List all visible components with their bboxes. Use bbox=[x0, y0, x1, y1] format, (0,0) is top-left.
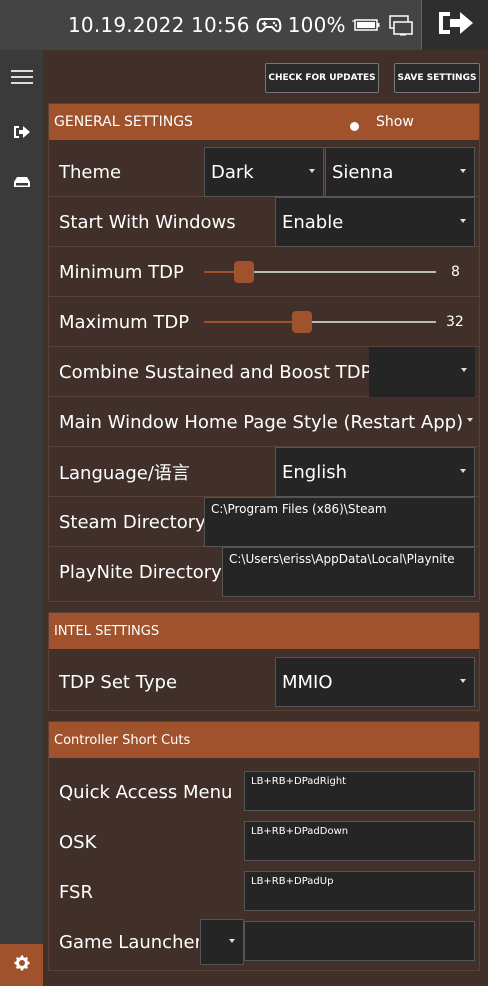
settings-nav-button[interactable] bbox=[0, 944, 43, 986]
sign-out-icon[interactable] bbox=[0, 122, 43, 142]
start-with-windows-dropdown[interactable]: Enable bbox=[275, 197, 475, 247]
osk-label: OSK bbox=[59, 831, 97, 853]
section-title: GENERAL SETTINGS bbox=[54, 114, 193, 130]
combine-tdp-row: Combine Sustained and Boost TDP bbox=[49, 347, 479, 397]
quick-access-menu-input[interactable]: LB+RB+DPadRight bbox=[244, 771, 475, 811]
monitor-icon bbox=[388, 14, 414, 36]
minimum-tdp-value: 8 bbox=[451, 264, 460, 280]
playnite-directory-row: PlayNite Directory C:\Users\eriss\AppDat… bbox=[49, 547, 479, 597]
controller-shortcuts-section: Controller Short Cuts Quick Access Menu … bbox=[48, 721, 480, 971]
theme-color-dropdown[interactable]: Sienna bbox=[325, 147, 475, 197]
theme-value: Dark bbox=[211, 161, 254, 183]
chevron-down-icon bbox=[460, 679, 466, 683]
slider-track-filled bbox=[204, 321, 292, 323]
steam-directory-input[interactable]: C:\Program Files (x86)\Steam bbox=[204, 497, 475, 547]
maximum-tdp-value: 32 bbox=[446, 314, 464, 330]
chevron-down-icon bbox=[460, 169, 466, 173]
chevron-down-icon bbox=[460, 469, 466, 473]
tdp-set-type-value: MMIO bbox=[282, 671, 333, 693]
status-area: 10.19.2022 10:56 100% bbox=[68, 0, 420, 50]
fsr-row: FSR LB+RB+DPadUp bbox=[49, 867, 479, 917]
playnite-directory-label: PlayNite Directory bbox=[59, 561, 222, 583]
section-header: GENERAL SETTINGS bbox=[49, 104, 479, 140]
theme-dropdown[interactable]: Dark bbox=[204, 147, 324, 197]
start-with-windows-row: Start With Windows Enable bbox=[49, 197, 479, 247]
language-dropdown[interactable]: English bbox=[275, 447, 475, 497]
tdp-set-type-row: TDP Set Type MMIO bbox=[49, 657, 479, 707]
osk-input[interactable]: LB+RB+DPadDown bbox=[244, 821, 475, 861]
steam-directory-label: Steam Directory bbox=[59, 511, 206, 533]
datetime-text: 10.19.2022 10:56 bbox=[68, 13, 250, 37]
theme-row: Theme Dark Sienna bbox=[49, 147, 479, 197]
slider-track-filled bbox=[204, 271, 234, 273]
sidebar bbox=[0, 50, 43, 986]
minimum-tdp-row: Minimum TDP 8 bbox=[49, 247, 479, 297]
steam-directory-row: Steam Directory C:\Program Files (x86)\S… bbox=[49, 497, 479, 547]
maximum-tdp-slider[interactable] bbox=[204, 297, 436, 347]
gamepad-icon bbox=[256, 16, 282, 34]
home-page-style-dropdown[interactable] bbox=[463, 397, 475, 447]
section-header: Controller Short Cuts bbox=[49, 722, 479, 758]
theme-label: Theme bbox=[59, 161, 122, 183]
minimum-tdp-slider[interactable] bbox=[204, 247, 436, 297]
check-for-updates-button[interactable]: CHECK FOR UPDATES bbox=[265, 63, 379, 93]
settings-page: CHECK FOR UPDATES SAVE SETTINGS GENERAL … bbox=[43, 50, 488, 986]
show-toggle[interactable] bbox=[322, 117, 364, 136]
theme-color-value: Sienna bbox=[332, 161, 394, 183]
hdd-icon[interactable] bbox=[0, 172, 43, 192]
chevron-down-icon bbox=[460, 219, 466, 223]
slider-track bbox=[302, 321, 436, 323]
start-with-windows-label: Start With Windows bbox=[59, 211, 236, 233]
intel-settings-section: INTEL SETTINGS TDP Set Type MMIO bbox=[48, 612, 480, 711]
slider-track bbox=[244, 271, 436, 273]
chevron-down-icon bbox=[229, 939, 235, 943]
maximum-tdp-label: Maximum TDP bbox=[59, 311, 190, 333]
quick-access-menu-row: Quick Access Menu LB+RB+DPadRight bbox=[49, 767, 479, 817]
section-header: INTEL SETTINGS bbox=[49, 613, 479, 649]
minimum-tdp-label: Minimum TDP bbox=[59, 261, 184, 283]
language-value: English bbox=[282, 461, 347, 483]
combine-tdp-label: Combine Sustained and Boost TDP bbox=[59, 361, 372, 383]
tdp-set-type-label: TDP Set Type bbox=[59, 671, 178, 693]
tdp-set-type-dropdown[interactable]: MMIO bbox=[275, 657, 475, 707]
chevron-down-icon bbox=[461, 368, 467, 372]
general-settings-section: GENERAL SETTINGS Show Theme Dark Sienna … bbox=[48, 103, 480, 602]
battery-percent: 100% bbox=[287, 13, 346, 37]
game-launcher-label: Game Launcher bbox=[59, 931, 199, 953]
top-status-bar: 10.19.2022 10:56 100% bbox=[0, 0, 488, 50]
section-title: INTEL SETTINGS bbox=[54, 623, 160, 639]
chevron-down-icon bbox=[309, 169, 315, 173]
show-label: Show bbox=[376, 114, 414, 130]
maximum-tdp-row: Maximum TDP 32 bbox=[49, 297, 479, 347]
chevron-down-icon bbox=[467, 418, 473, 422]
hamburger-menu-icon[interactable] bbox=[0, 67, 43, 87]
game-launcher-input[interactable] bbox=[244, 921, 475, 961]
save-settings-button[interactable]: SAVE SETTINGS bbox=[394, 63, 480, 93]
start-with-windows-value: Enable bbox=[282, 211, 344, 233]
osk-row: OSK LB+RB+DPadDown bbox=[49, 817, 479, 867]
exit-icon bbox=[436, 9, 476, 41]
fsr-input[interactable]: LB+RB+DPadUp bbox=[244, 871, 475, 911]
gear-icon bbox=[14, 955, 30, 975]
battery-icon bbox=[351, 17, 382, 33]
home-page-style-label: Main Window Home Page Style (Restart App… bbox=[59, 411, 464, 433]
combine-tdp-dropdown[interactable] bbox=[369, 347, 475, 397]
language-label: Language/语言 bbox=[59, 463, 190, 484]
playnite-directory-input[interactable]: C:\Users\eriss\AppData\Local\Playnite bbox=[222, 547, 475, 597]
slider-thumb[interactable] bbox=[292, 311, 312, 333]
section-title: Controller Short Cuts bbox=[54, 732, 191, 748]
quick-access-menu-label: Quick Access Menu bbox=[59, 781, 233, 803]
game-launcher-row: Game Launcher bbox=[49, 917, 479, 967]
game-launcher-dropdown[interactable] bbox=[200, 919, 244, 965]
home-page-style-row: Main Window Home Page Style (Restart App… bbox=[49, 397, 479, 447]
exit-button[interactable] bbox=[421, 0, 488, 50]
language-row: Language/语言 English bbox=[49, 447, 479, 497]
fsr-label: FSR bbox=[59, 881, 93, 903]
slider-thumb[interactable] bbox=[234, 261, 254, 283]
